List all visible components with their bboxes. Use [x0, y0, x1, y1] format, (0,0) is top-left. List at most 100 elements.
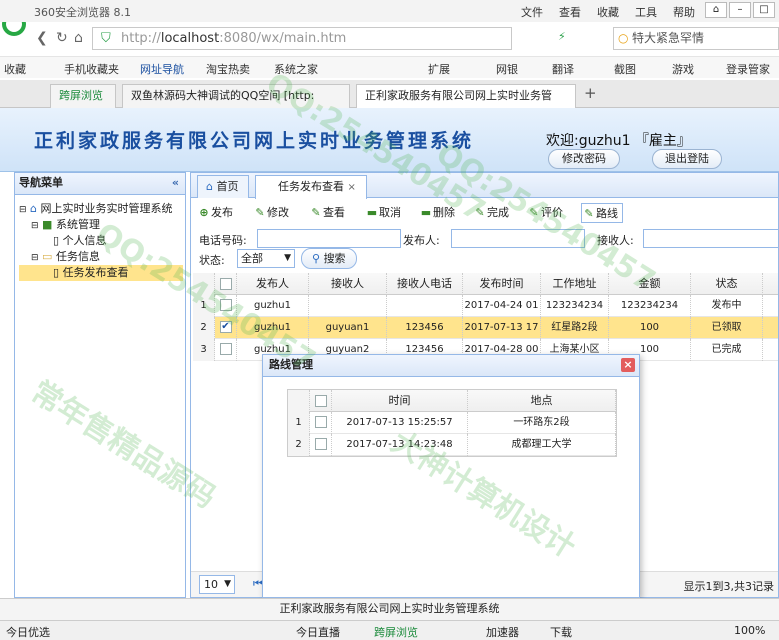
col-state[interactable]: 状态: [691, 273, 763, 295]
row-checkbox[interactable]: [314, 438, 327, 450]
fav-item[interactable]: 收藏: [4, 61, 26, 77]
complete-button[interactable]: ✎ 完成: [473, 203, 509, 223]
change-password-button[interactable]: 修改密码: [548, 149, 620, 169]
row-checkbox[interactable]: [314, 416, 327, 428]
select-all-checkbox[interactable]: [219, 278, 232, 290]
status-crossscreen[interactable]: 跨屏浏览: [374, 624, 418, 640]
minimize-icon[interactable]: –: [729, 2, 751, 18]
publish-button[interactable]: ⊕ 发布: [197, 203, 233, 223]
close-icon[interactable]: ×: [621, 358, 635, 372]
receiver-input[interactable]: [643, 229, 778, 248]
collapse-icon[interactable]: «: [172, 173, 179, 193]
address-bar[interactable]: ⛉ http://localhost:8080/wx/main.htm: [92, 27, 512, 50]
collapse-box-icon[interactable]: ⊟: [31, 253, 39, 263]
tree-leaf-profile[interactable]: ▯ 个人信息: [19, 233, 183, 249]
close-icon[interactable]: ×: [348, 182, 356, 193]
logout-button[interactable]: 退出登陆: [652, 149, 722, 169]
status-live[interactable]: 今日直播: [296, 624, 340, 640]
row-checkbox[interactable]: [219, 299, 232, 311]
minus-icon: ▬: [420, 206, 432, 219]
collapse-box-icon[interactable]: ⊟: [19, 205, 27, 215]
document-icon: ▯: [53, 266, 60, 279]
edit-button[interactable]: ✎ 修改: [253, 203, 289, 223]
col-receiver[interactable]: 接收人: [309, 273, 387, 295]
route-button[interactable]: ✎ 路线: [581, 203, 623, 223]
fav-item[interactable]: 截图: [614, 61, 636, 77]
col-route-time[interactable]: 时间: [332, 390, 468, 412]
cell-receiver: [309, 295, 387, 317]
tree-node-system[interactable]: ⊟ ■ 系统管理: [19, 217, 183, 233]
status-accelerator[interactable]: 加速器: [486, 624, 519, 640]
select-all-checkbox[interactable]: [314, 395, 327, 407]
refresh-icon[interactable]: ↻: [56, 30, 68, 46]
col-route-place[interactable]: 地点: [468, 390, 616, 412]
fav-item[interactable]: 登录管家: [726, 61, 770, 77]
new-tab-icon[interactable]: +: [584, 84, 597, 102]
status-download[interactable]: 下载: [550, 624, 572, 640]
collapse-box-icon[interactable]: ⊟: [31, 221, 39, 231]
fav-item[interactable]: 网银: [496, 61, 518, 77]
col-address[interactable]: 工作地址: [541, 273, 609, 295]
receiver-label: 接收人:: [597, 234, 634, 247]
fav-item[interactable]: 网址导航: [140, 61, 184, 77]
tree-root-label: 网上实时业务实时管理系统: [40, 202, 173, 215]
menu-view[interactable]: 查看: [559, 4, 581, 20]
nav-panel-header: 导航菜单 «: [15, 173, 185, 195]
back-icon[interactable]: ❮: [36, 30, 48, 46]
pin-icon[interactable]: ⌂: [705, 2, 727, 18]
cell-phone: 123456: [387, 317, 463, 339]
browser-tab[interactable]: 双鱼林源码大神调试的QQ空间 [http:: [122, 84, 350, 108]
col-publisher[interactable]: 发布人: [237, 273, 309, 295]
browser-tab-active[interactable]: 正利家政服务有限公司网上实时业务管: [356, 84, 576, 109]
table-row-selected[interactable]: 2 ✔ guzhu1 guyuan1 123456 2017-07-13 17 …: [193, 317, 778, 339]
maximize-icon[interactable]: □: [753, 2, 775, 18]
col-amount[interactable]: 金额: [609, 273, 691, 295]
browser-tab[interactable]: 跨屏浏览: [50, 84, 116, 108]
fav-item[interactable]: 手机收藏夹: [64, 61, 119, 77]
menu-favorites[interactable]: 收藏: [597, 4, 619, 20]
col-time[interactable]: 发布时间: [463, 273, 541, 295]
delete-button[interactable]: ▬ 删除: [419, 203, 455, 223]
pencil-icon: ✎: [311, 206, 321, 219]
tree-node-tasks[interactable]: ⊟ ▭ 任务信息: [19, 249, 183, 265]
publisher-input[interactable]: [451, 229, 585, 248]
publisher-label: 发布人:: [403, 234, 440, 247]
speed-icon[interactable]: ⚡: [558, 30, 566, 43]
menu-file[interactable]: 文件: [521, 4, 543, 20]
table-row[interactable]: 1 guzhu1 2017-04-24 01 123234234 1232342…: [193, 295, 778, 317]
browser-tab-label: 跨屏浏览: [59, 89, 103, 102]
task-table: 发布人 接收人 接收人电话 发布时间 工作地址 金额 状态 1 guzhu1 2…: [193, 273, 778, 361]
fav-item[interactable]: 翻译: [552, 61, 574, 77]
menu-tools[interactable]: 工具: [635, 4, 657, 20]
fav-item[interactable]: 游戏: [672, 61, 694, 77]
page-size-select[interactable]: 10 ▼: [199, 575, 235, 594]
row-checkbox[interactable]: [219, 343, 232, 355]
menu-help[interactable]: 帮助: [673, 4, 695, 20]
settings-icon: ■: [42, 218, 53, 231]
search-box[interactable]: ○ 特大紧急罕情: [613, 27, 779, 50]
rate-button[interactable]: ✎ 评价: [527, 203, 563, 223]
tree-leaf-task-view[interactable]: ▯ 任务发布查看: [19, 265, 183, 281]
col-phone[interactable]: 接收人电话: [387, 273, 463, 295]
tab-home[interactable]: ⌂ 首页: [197, 175, 249, 198]
view-button[interactable]: ✎ 查看: [309, 203, 345, 223]
fav-item[interactable]: 淘宝热卖: [206, 61, 250, 77]
tree-node-label: 任务信息: [55, 250, 100, 263]
tree-root[interactable]: ⊟ ⌂ 网上实时业务实时管理系统: [19, 201, 183, 217]
state-select[interactable]: 全部 ▼: [237, 249, 295, 268]
pencil-icon: ✎: [255, 206, 265, 219]
fav-item[interactable]: 扩展: [428, 61, 450, 77]
status-zoom[interactable]: 100%: [734, 624, 765, 637]
search-button[interactable]: ⚲ 搜索: [301, 248, 357, 269]
row-checkbox-checked[interactable]: ✔: [219, 321, 232, 333]
status-left[interactable]: 今日优选: [6, 624, 50, 640]
tab-task-view[interactable]: 任务发布查看 ×: [255, 175, 367, 199]
browser-tab-label: 正利家政服务有限公司网上实时业务管: [365, 89, 552, 102]
route-row[interactable]: 1 2017-07-13 15:25:57 一环路东2段: [288, 412, 616, 434]
home-icon[interactable]: ⌂: [74, 30, 83, 46]
cancel-button[interactable]: ▬ 取消: [365, 203, 401, 223]
phone-input[interactable]: [257, 229, 401, 248]
route-row[interactable]: 2 2017-07-13 14:23:48 成都理工大学: [288, 434, 616, 456]
address-row: ❮ ↻ ⌂ ⛉ http://localhost:8080/wx/main.ht…: [30, 24, 779, 54]
fav-item[interactable]: 系统之家: [274, 61, 318, 77]
